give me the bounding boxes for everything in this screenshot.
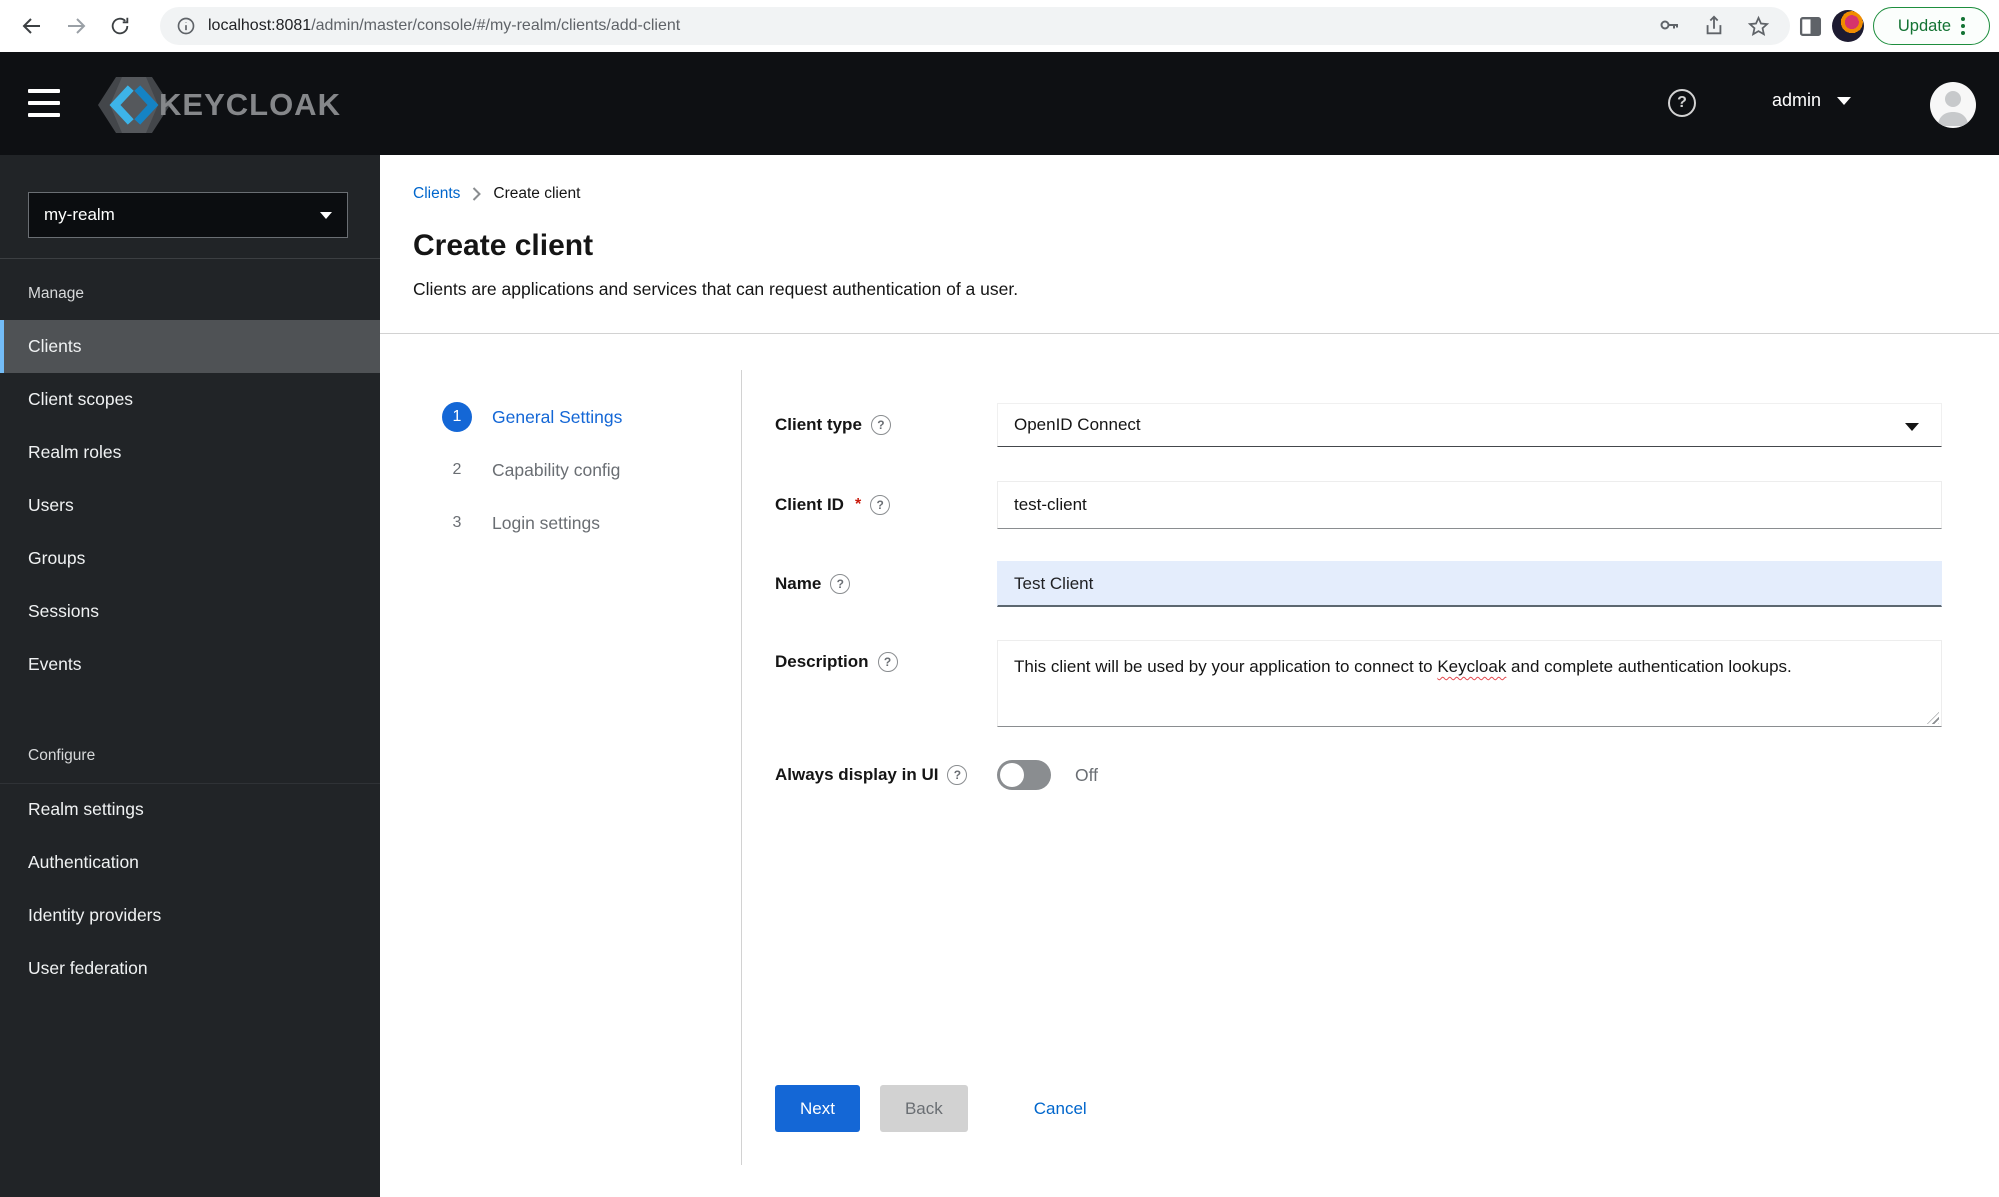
- client-type-label: Client type ?: [775, 403, 997, 447]
- sidebar-item-events[interactable]: Events: [0, 638, 380, 691]
- client-id-label: Client ID * ?: [775, 481, 997, 529]
- breadcrumb: Clients Create client: [413, 185, 580, 203]
- textarea-resize-handle-icon[interactable]: [1927, 712, 1939, 724]
- description-help-icon[interactable]: ?: [877, 652, 898, 672]
- wizard-step-number: 2: [452, 461, 462, 478]
- always-display-toggle[interactable]: [997, 760, 1051, 790]
- browser-menu-dots-icon: [1961, 17, 1966, 35]
- breadcrumb-current: Create client: [493, 185, 581, 202]
- nav-section-configure: Configure: [28, 747, 96, 764]
- sidebar-item-user-federation[interactable]: User federation: [0, 942, 380, 995]
- help-icon[interactable]: ?: [1668, 89, 1696, 117]
- sidebar: my-realm Manage Clients Client scopes Re…: [0, 155, 380, 1197]
- page-subtitle: Clients are applications and services th…: [413, 279, 1019, 299]
- browser-back-icon[interactable]: [14, 8, 50, 44]
- wizard-step-number: 1: [442, 402, 472, 432]
- hamburger-menu-icon[interactable]: [28, 89, 60, 117]
- nav-section-manage: Manage: [28, 285, 85, 302]
- breadcrumb-chevron-icon: [473, 187, 482, 201]
- sidebar-item-authentication[interactable]: Authentication: [0, 836, 380, 889]
- sidebar-item-clients[interactable]: Clients: [0, 320, 380, 373]
- sidebar-item-identity-providers[interactable]: Identity providers: [0, 889, 380, 942]
- url-host: localhost:8081: [208, 17, 312, 34]
- keycloak-logo[interactable]: KEYCLOAK: [95, 74, 341, 136]
- name-input[interactable]: [997, 561, 1942, 607]
- wizard-step-label: General Settings: [492, 406, 623, 427]
- brand-text: KEYCLOAK: [159, 87, 341, 122]
- sidebar-item-groups[interactable]: Groups: [0, 532, 380, 585]
- realm-name: my-realm: [44, 205, 115, 224]
- keycloak-masthead: KEYCLOAK ? admin: [0, 52, 1999, 155]
- browser-toolbar: localhost:8081/admin/master/console/#/my…: [0, 0, 1999, 52]
- url-path: /admin/master/console/#/my-realm/clients…: [311, 17, 681, 34]
- sidebar-item-realm-roles[interactable]: Realm roles: [0, 426, 380, 479]
- side-panel-icon[interactable]: [1798, 14, 1823, 39]
- bookmark-star-icon[interactable]: [1747, 15, 1770, 38]
- breadcrumb-clients-link[interactable]: Clients: [413, 185, 460, 203]
- page-title: Create client: [413, 229, 594, 262]
- cancel-button[interactable]: Cancel: [1014, 1085, 1107, 1132]
- next-button[interactable]: Next: [775, 1085, 860, 1132]
- site-info-icon[interactable]: [176, 16, 196, 36]
- sidebar-item-client-scopes[interactable]: Client scopes: [0, 373, 380, 426]
- toggle-knob: [1000, 763, 1024, 787]
- select-caret-icon: [1905, 423, 1919, 431]
- url-text: localhost:8081/admin/master/console/#/my…: [208, 17, 1657, 35]
- wizard-step-label: Login settings: [492, 512, 600, 533]
- back-button[interactable]: Back: [879, 1085, 968, 1132]
- toggle-state-label: Off: [1075, 764, 1099, 785]
- wizard-divider: [741, 370, 742, 1165]
- update-label: Update: [1897, 16, 1952, 35]
- header-avatar-icon[interactable]: [1930, 82, 1976, 128]
- address-bar[interactable]: localhost:8081/admin/master/console/#/my…: [160, 7, 1790, 45]
- wizard-step-login-settings[interactable]: 3 Login settings: [442, 508, 600, 538]
- always-display-label: Always display in UI ?: [775, 760, 997, 790]
- share-icon[interactable]: [1703, 15, 1725, 37]
- client-id-input[interactable]: [997, 481, 1942, 529]
- page-header-divider: [380, 333, 1999, 334]
- wizard-step-number: 3: [452, 514, 462, 531]
- saved-password-key-icon[interactable]: [1657, 14, 1681, 38]
- browser-reload-icon[interactable]: [102, 8, 138, 44]
- user-chevron-down-icon: [1837, 96, 1852, 105]
- client-type-help-icon[interactable]: ?: [870, 415, 891, 435]
- sidebar-divider: [0, 258, 380, 259]
- name-label: Name ?: [775, 561, 997, 607]
- browser-update-button[interactable]: Update: [1873, 7, 1990, 45]
- name-help-icon[interactable]: ?: [830, 574, 851, 594]
- required-marker: *: [854, 496, 862, 513]
- wizard-actions: Next Back Cancel: [775, 1085, 1107, 1132]
- browser-profile-avatar[interactable]: [1832, 10, 1864, 42]
- description-textarea[interactable]: This client will be used by your applica…: [997, 640, 1942, 727]
- client-type-select[interactable]: OpenID Connect: [997, 403, 1942, 447]
- client-id-help-icon[interactable]: ?: [870, 495, 891, 515]
- realm-chevron-down-icon: [320, 211, 332, 219]
- user-menu[interactable]: admin: [1772, 90, 1852, 111]
- main-content: Clients Create client Create client Clie…: [380, 155, 1999, 1197]
- realm-selector[interactable]: my-realm: [28, 192, 348, 238]
- client-type-value: OpenID Connect: [1014, 415, 1141, 434]
- username: admin: [1772, 90, 1822, 110]
- sidebar-item-sessions[interactable]: Sessions: [0, 585, 380, 638]
- description-label: Description ?: [775, 640, 997, 727]
- sidebar-item-users[interactable]: Users: [0, 479, 380, 532]
- misspelled-word: Keycloak: [1437, 657, 1507, 676]
- wizard-step-label: Capability config: [492, 459, 621, 480]
- wizard-step-general-settings[interactable]: 1 General Settings: [442, 402, 622, 432]
- wizard-step-capability-config[interactable]: 2 Capability config: [442, 455, 621, 485]
- always-display-help-icon[interactable]: ?: [947, 765, 968, 785]
- sidebar-item-realm-settings[interactable]: Realm settings: [0, 783, 380, 836]
- browser-forward-icon[interactable]: [58, 8, 94, 44]
